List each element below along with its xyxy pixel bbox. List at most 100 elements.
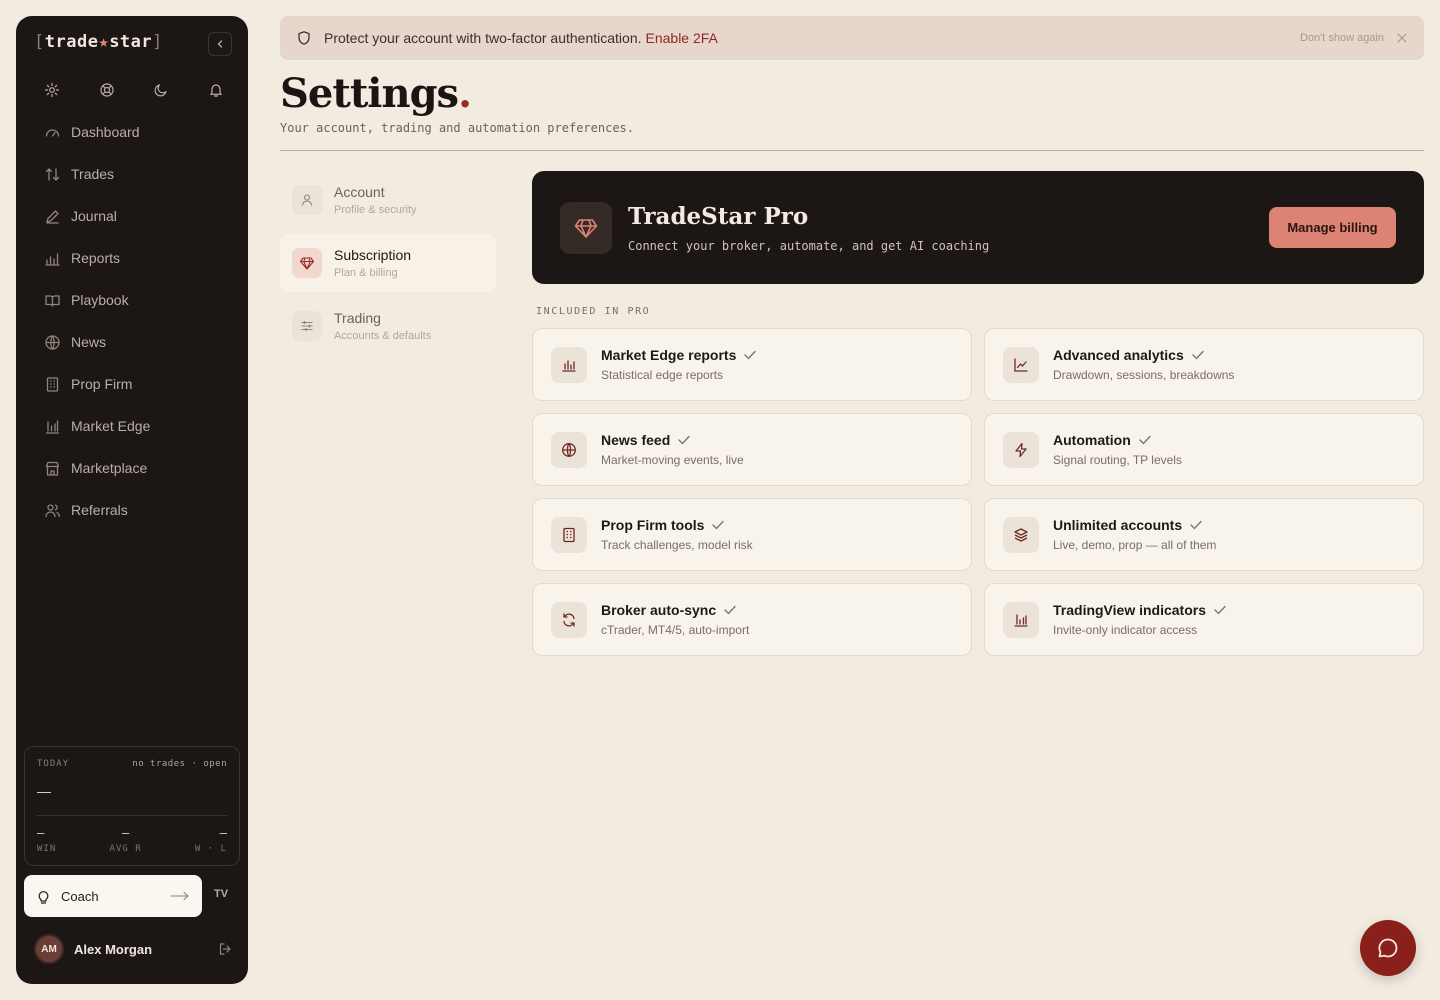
arrows-updown-icon (45, 167, 60, 181)
sidebar-item-market-edge[interactable]: Market Edge (28, 405, 236, 447)
sidebar-item-marketplace[interactable]: Marketplace (28, 447, 236, 489)
sidebar-item-reports[interactable]: Reports (28, 237, 236, 279)
2fa-banner: Protect your account with two-factor aut… (280, 16, 1424, 60)
pro-plan-card: TradeStar Pro Connect your broker, autom… (532, 171, 1424, 284)
lightbulb-icon (38, 890, 49, 904)
pro-plan-title: TradeStar Pro (628, 202, 809, 230)
dont-show-again-button[interactable]: Don't show again (1300, 32, 1384, 44)
sidebar-utility-icons (40, 78, 228, 102)
sidebar: [trade★star] Dashboard Trades Journal Re… (16, 16, 248, 984)
sidebar-item-prop-firm[interactable]: Prop Firm (28, 363, 236, 405)
check-icon (1190, 520, 1202, 530)
logo[interactable]: [trade★star] (34, 32, 163, 52)
sidebar-item-trades[interactable]: Trades (28, 153, 236, 195)
tradingview-logo[interactable]: TV (214, 888, 228, 900)
sidebar-item-dashboard[interactable]: Dashboard (28, 111, 236, 153)
globe-icon (45, 334, 60, 350)
pen-icon (46, 209, 59, 224)
tab-trading[interactable]: Trading Accounts & defaults (280, 297, 496, 355)
today-pnl: — (37, 783, 51, 799)
check-icon (712, 520, 725, 530)
tab-subscription[interactable]: Subscription Plan & billing (280, 234, 496, 292)
sync-icon (563, 612, 575, 627)
feature-card: Market Edge reports Statistical edge rep… (532, 328, 972, 401)
building-icon (563, 527, 575, 542)
coach-button[interactable]: Coach (24, 875, 202, 917)
tab-account[interactable]: Account Profile & security (280, 171, 496, 229)
bell-icon (210, 84, 222, 97)
today-status: no trades · open (132, 759, 227, 769)
feature-grid: Market Edge reports Statistical edge rep… (532, 328, 1424, 656)
sidebar-item-news[interactable]: News (28, 321, 236, 363)
page-title: Settings. (280, 70, 472, 117)
today-label: TODAY (37, 759, 70, 769)
star-icon: ★ (98, 32, 110, 52)
check-icon (744, 350, 757, 360)
feature-card: TradingView indicators Invite-only indic… (984, 583, 1424, 656)
header-divider (280, 150, 1424, 151)
layers-icon (1014, 527, 1028, 542)
notifications-button[interactable] (204, 78, 228, 102)
stat-win-loss: — W · L (194, 826, 227, 854)
bar-chart-icon (562, 359, 576, 372)
chat-button[interactable] (1360, 920, 1416, 976)
feature-card: Broker auto-sync cTrader, MT4/5, auto-im… (532, 583, 972, 656)
settings-tabs: Account Profile & security Subscription … (280, 171, 496, 360)
book-icon (45, 294, 60, 307)
stat-avg-r: — AVG R (109, 826, 142, 854)
gauge-icon (45, 128, 60, 137)
gem-icon (300, 257, 314, 270)
manage-billing-button[interactable]: Manage billing (1269, 207, 1396, 248)
chevron-left-icon (217, 40, 223, 48)
lightning-icon (1015, 442, 1027, 457)
line-chart-icon (1014, 357, 1028, 372)
bars-icon (1014, 613, 1028, 627)
sidebar-item-referrals[interactable]: Referrals (28, 489, 236, 531)
chat-bubble-icon (1378, 938, 1398, 958)
bar-chart-icon (45, 252, 60, 266)
page-subtitle: Your account, trading and automation pre… (280, 121, 635, 135)
lifebuoy-icon (100, 83, 114, 97)
feature-card: News feed Market-moving events, live (532, 413, 972, 486)
user-profile[interactable]: AM Alex Morgan (34, 934, 232, 964)
store-icon (45, 461, 60, 476)
feature-card: Advanced analytics Drawdown, sessions, b… (984, 328, 1424, 401)
gem-icon (574, 218, 598, 238)
building-icon (46, 376, 59, 392)
settings-button[interactable] (40, 78, 64, 102)
close-icon (1397, 33, 1407, 43)
check-icon (1139, 435, 1151, 445)
theme-toggle-button[interactable] (149, 78, 173, 102)
shield-icon (298, 31, 310, 45)
logout-icon[interactable] (218, 942, 232, 956)
feature-card: Unlimited accounts Live, demo, prop — al… (984, 498, 1424, 571)
feature-card: Prop Firm tools Track challenges, model … (532, 498, 972, 571)
help-button[interactable] (95, 78, 119, 102)
check-icon (1214, 605, 1226, 615)
users-icon (45, 503, 60, 517)
gear-icon (44, 82, 60, 98)
enable-2fa-link[interactable]: Enable 2FA (646, 30, 718, 46)
check-icon (724, 605, 736, 615)
bars-icon (45, 419, 60, 434)
banner-message: Protect your account with two-factor aut… (324, 30, 642, 46)
collapse-sidebar-button[interactable] (208, 32, 232, 56)
check-icon (1192, 350, 1204, 360)
sidebar-nav: Dashboard Trades Journal Reports Playboo… (28, 111, 236, 531)
arrow-right-icon (170, 891, 189, 901)
stat-win: — WIN (37, 826, 57, 854)
feature-card: Automation Signal routing, TP levels (984, 413, 1424, 486)
section-label: INCLUDED IN PRO (536, 306, 651, 317)
banner-close-button[interactable] (1396, 32, 1408, 44)
today-summary-card: TODAY no trades · open — — WIN — AVG R — W … (24, 746, 240, 866)
avatar: AM (34, 934, 64, 964)
check-icon (678, 435, 690, 445)
user-name: Alex Morgan (74, 941, 153, 957)
user-icon (301, 194, 313, 206)
moon-icon (154, 84, 167, 97)
sidebar-item-journal[interactable]: Journal (28, 195, 236, 237)
sidebar-item-playbook[interactable]: Playbook (28, 279, 236, 321)
sliders-icon (301, 321, 313, 331)
globe-icon (562, 442, 576, 457)
pro-plan-subtitle: Connect your broker, automate, and get A… (628, 238, 990, 253)
